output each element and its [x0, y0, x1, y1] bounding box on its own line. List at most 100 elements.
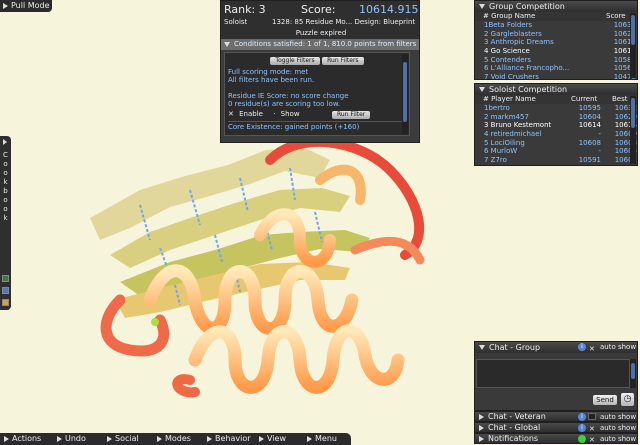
- cookbook-letter: k: [3, 214, 8, 222]
- player-row[interactable]: 3 Bruno Kestemont 10614 10614: [481, 121, 637, 130]
- info-icon[interactable]: i: [578, 413, 586, 421]
- close-icon[interactable]: ✕: [589, 344, 595, 355]
- player-row[interactable]: 1bertro 10595 10632: [481, 104, 637, 113]
- col-group-name: # Group Name: [483, 12, 536, 20]
- menu-actions[interactable]: Actions: [4, 433, 41, 445]
- player-current: 10608: [578, 138, 601, 147]
- col-best: Best: [612, 95, 628, 103]
- menu-label: Actions: [12, 434, 42, 443]
- expand-icon: [57, 435, 62, 442]
- player-name: 4 retiredmichael: [484, 130, 542, 139]
- conditions-scrollbar[interactable]: [402, 54, 408, 134]
- group-row[interactable]: 5 Contenders 10582: [481, 56, 637, 65]
- clock-icon[interactable]: ◷: [621, 393, 634, 406]
- soloist-competition-panel: Soloist Competition # Player Name Curren…: [474, 83, 638, 166]
- chat-global-header[interactable]: Chat - Global i ✕ auto show: [474, 422, 638, 433]
- run-filters-button[interactable]: Run Filters: [322, 57, 364, 65]
- player-name: 1bertro: [484, 104, 510, 112]
- conditions-body: Toggle Filters Run Filters Full scoring …: [224, 52, 410, 136]
- core-existence-line: Core Existence: gained points (+160): [228, 121, 406, 131]
- score-value: 10614.915: [359, 3, 419, 16]
- menu-menu[interactable]: Menu: [307, 433, 337, 445]
- group-name: 3 Anthropic Dreams: [484, 38, 554, 47]
- group-row[interactable]: 2 Gargleblasters 10629: [481, 30, 637, 39]
- condition-line: Residue IE Score: no score change: [228, 92, 349, 100]
- notifications-header[interactable]: Notifications ✕ auto show: [474, 433, 638, 444]
- menu-modes[interactable]: Modes: [157, 433, 191, 445]
- cookbook-letter: o: [3, 196, 8, 204]
- status-icon: [578, 435, 586, 443]
- player-name: 6 MurloW: [484, 147, 518, 156]
- cookbook-panel[interactable]: C o o k b o o k: [0, 136, 11, 310]
- cookbook-letter: o: [3, 205, 8, 213]
- player-current: 10591: [578, 156, 601, 165]
- expand-icon: [3, 2, 8, 9]
- chat-scrollbar[interactable]: [630, 359, 636, 388]
- chat-veteran-header[interactable]: Chat - Veteran i auto show: [474, 411, 638, 422]
- conditions-header[interactable]: Conditions satisfied: 1 of 1, 810.0 poin…: [221, 39, 419, 50]
- script-icon[interactable]: [2, 299, 9, 306]
- auto-show-label: auto show: [600, 424, 637, 432]
- condition-line: [228, 84, 406, 92]
- menu-behavior[interactable]: Behavior: [207, 433, 251, 445]
- collapse-icon: [479, 4, 485, 9]
- player-current: -: [598, 147, 601, 156]
- group-competition-header[interactable]: Group Competition: [475, 1, 637, 12]
- group-competition-title: Group Competition: [489, 2, 565, 11]
- player-row[interactable]: 5 LociOiling 10608 10608: [481, 139, 637, 148]
- player-row[interactable]: 2 markm457 10604 10629: [481, 113, 637, 122]
- pull-mode-button[interactable]: Pull Mode: [0, 0, 52, 12]
- group-row[interactable]: 7 Void Crushers 10478: [481, 73, 637, 82]
- menu-undo[interactable]: Undo: [57, 433, 86, 445]
- puzzle-info: 1328: 85 Residue Mo... Design: Blueprint: [272, 18, 416, 26]
- menu-label: Social: [115, 434, 139, 443]
- close-icon[interactable]: ✕: [589, 435, 595, 445]
- folder-icon[interactable]: [2, 287, 9, 294]
- toggle-icon[interactable]: [588, 413, 596, 420]
- player-name: 2 markm457: [484, 112, 529, 121]
- chat-message-area[interactable]: [476, 359, 630, 388]
- group-row[interactable]: 4 Go Science 10614: [481, 47, 637, 56]
- player-row[interactable]: 4 retiredmichael -10609: [481, 130, 637, 139]
- run-filter-button[interactable]: Run Filter: [332, 111, 371, 119]
- group-row[interactable]: 1Beta Folders 10632: [481, 21, 637, 30]
- player-row[interactable]: 6 MurloW -10603: [481, 147, 637, 156]
- collapse-icon: [479, 87, 485, 92]
- player-current: 10595: [578, 104, 601, 112]
- group-row[interactable]: 6 L'Alliance Francopho... 10565: [481, 64, 637, 73]
- menu-label: View: [267, 434, 286, 443]
- expand-icon: [479, 424, 484, 431]
- condition-line: Full scoring mode: met: [228, 68, 309, 76]
- group-scrollbar[interactable]: [630, 13, 636, 78]
- info-icon[interactable]: i: [578, 343, 586, 351]
- info-icon[interactable]: i: [578, 424, 586, 432]
- expand-icon: [157, 435, 162, 442]
- expand-icon: [259, 435, 264, 442]
- group-name: 4 Go Science: [484, 47, 530, 56]
- notifications-title: Notifications: [488, 434, 539, 443]
- conditions-summary: Conditions satisfied: 1 of 1, 810.0 poin…: [234, 40, 417, 48]
- player-row[interactable]: 7 Z7ro 10591 10601: [481, 156, 637, 165]
- enable-checkbox[interactable]: ✕: [228, 110, 234, 118]
- send-button[interactable]: Send: [593, 395, 617, 405]
- rank-text: Rank: 3: [224, 3, 266, 16]
- menu-view[interactable]: View: [259, 433, 286, 445]
- chat-group-header[interactable]: Chat - Group i ✕ auto show: [475, 342, 637, 353]
- menu-social[interactable]: Social: [107, 433, 139, 445]
- chat-group-title: Chat - Group: [489, 343, 541, 352]
- menu-label: Menu: [315, 434, 337, 443]
- auto-show-label: auto show: [600, 435, 637, 443]
- group-row[interactable]: 3 Anthropic Dreams 10614: [481, 38, 637, 47]
- show-checkbox[interactable]: ·: [273, 110, 275, 118]
- player-name: 3 Bruno Kestemont: [484, 121, 552, 130]
- toggle-filters-button[interactable]: Toggle Filters: [270, 57, 320, 65]
- cookbook-letter: o: [3, 160, 8, 168]
- pull-mode-label: Pull Mode: [11, 1, 50, 10]
- menu-label: Modes: [165, 434, 191, 443]
- soloist-competition-header[interactable]: Soloist Competition: [475, 84, 637, 95]
- col-current: Current: [571, 95, 598, 103]
- soloist-scrollbar[interactable]: [630, 96, 636, 164]
- expand-icon: [4, 435, 9, 442]
- recipe-icon[interactable]: [2, 275, 9, 282]
- expand-icon: [107, 435, 112, 442]
